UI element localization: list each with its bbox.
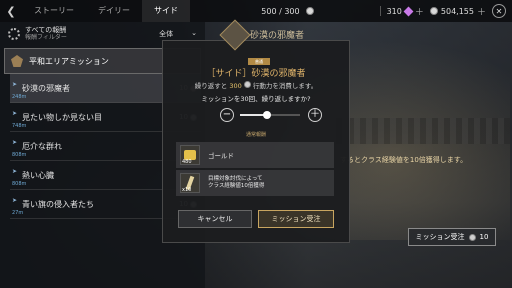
gem-currency: 310 ＋ — [387, 5, 424, 18]
mission-name: 見たい物しか見ない目 — [22, 112, 102, 122]
mission-distance: 808m — [12, 181, 27, 187]
stamina-icon — [243, 81, 251, 88]
dialog-mission-name: ［サイド］砂漠の邪魔者 — [206, 69, 306, 79]
gem-amount: 310 — [386, 6, 402, 16]
filter-line2: 報酬フィルター — [25, 34, 67, 41]
mission-distance: 808m — [12, 152, 27, 158]
reward-icon-frame: x10 — [180, 173, 200, 193]
chevron-down-icon: ⌄ — [191, 29, 197, 37]
dialog-description: 繰り返すと 300 行動力を消費します。 — [162, 80, 350, 90]
navigate-arrow-icon: ➤ — [12, 110, 18, 117]
filter-line1: すべての報酬 — [25, 26, 67, 34]
filter-selected-value: 全体 — [159, 30, 174, 38]
reward-desc-line1: 目標対象討伐によって — [208, 176, 263, 182]
reward-description: 目標対象討伐によって クラス経験値10倍獲得 — [208, 176, 264, 190]
coin-add-icon[interactable]: ＋ — [477, 5, 486, 18]
coin-currency: 504,155 ＋ — [429, 5, 486, 18]
dialog-question: ミッションを30回、繰り返しますか? — [201, 95, 311, 103]
desc-suffix: 行動力を消費します。 — [252, 82, 318, 90]
accept-mission-button[interactable]: ミッション受注 — [258, 210, 334, 228]
tab-daily[interactable]: デイリー — [86, 0, 142, 22]
mission-distance: 748m — [12, 123, 27, 129]
back-arrow-icon[interactable]: ❮ — [0, 0, 22, 22]
navigate-arrow-icon: ➤ — [12, 81, 18, 88]
reward-desc-line2: クラス経験値10倍獲得 — [208, 183, 265, 189]
accept-count: 10 — [479, 233, 489, 241]
mission-name: 厄介な群れ — [22, 141, 62, 151]
coin-amount: 504,155 — [440, 6, 474, 16]
mission-distance: 248m — [12, 94, 27, 100]
stamina-icon — [468, 233, 476, 241]
mission-distance: 27m — [12, 210, 24, 216]
reward-icon-frame: 480 — [180, 145, 200, 165]
mission-name: 青い旗の侵入者たち — [22, 199, 94, 209]
difficulty-badge: 普通 — [248, 58, 270, 65]
filter-dropdown[interactable]: 全体 ⌄ — [159, 29, 197, 39]
gem-icon — [403, 6, 414, 16]
tab-story[interactable]: ストーリー — [22, 0, 86, 22]
mission-name: 熱い心臓 — [22, 170, 54, 180]
top-bar: ❮ ストーリー デイリー サイド 500 / 300 310 ＋ 504,155… — [0, 0, 512, 22]
tab-side[interactable]: サイド — [142, 0, 190, 22]
mission-name: 砂漠の邪魔者 — [22, 83, 70, 93]
gem-add-icon[interactable]: ＋ — [415, 5, 424, 18]
reward-name: ゴールド — [208, 152, 234, 160]
desc-cost: 300 — [229, 82, 242, 90]
reward-header: 通常報酬 — [245, 132, 266, 138]
background-structure — [330, 118, 510, 144]
mission-info-text: するとクラス経験値を10倍獲得します。 — [340, 156, 468, 164]
desc-prefix: 繰り返すと — [194, 82, 228, 90]
reward-item-class-exp: x10 目標対象討伐によって クラス経験値10倍獲得 — [176, 170, 334, 196]
stamina-icon — [305, 7, 314, 15]
gear-icon — [8, 28, 20, 40]
increase-button[interactable]: ＋ — [308, 108, 322, 122]
cancel-button[interactable]: キャンセル — [178, 210, 252, 228]
filter-label: すべての報酬 報酬フィルター — [25, 26, 67, 42]
coin-icon — [429, 7, 438, 15]
mission-progress-count: 500 / 300 — [261, 6, 300, 16]
mission-accept-button[interactable]: ミッション受注 10 — [408, 228, 496, 246]
navigate-arrow-icon: ➤ — [12, 168, 18, 175]
navigate-arrow-icon: ➤ — [12, 139, 18, 146]
divider — [379, 6, 381, 16]
repeat-slider[interactable] — [240, 111, 300, 119]
top-right-status: 500 / 300 310 ＋ 504,155 ＋ ✕ — [261, 4, 512, 18]
slider-handle[interactable] — [263, 111, 271, 119]
reward-quantity: 480 — [182, 159, 192, 165]
navigate-arrow-icon: ➤ — [12, 197, 18, 204]
zone-icon — [11, 55, 23, 67]
decrease-button[interactable]: − — [220, 108, 234, 122]
accept-label: ミッション受注 — [415, 233, 465, 241]
mission-title-banner: 砂漠の邪魔者 — [250, 31, 305, 41]
close-icon[interactable]: ✕ — [492, 4, 506, 18]
zone-title: 平和エリアミッション — [29, 56, 109, 66]
reward-quantity: x10 — [182, 187, 192, 193]
reward-item-gold: 480 ゴールド — [176, 142, 334, 168]
